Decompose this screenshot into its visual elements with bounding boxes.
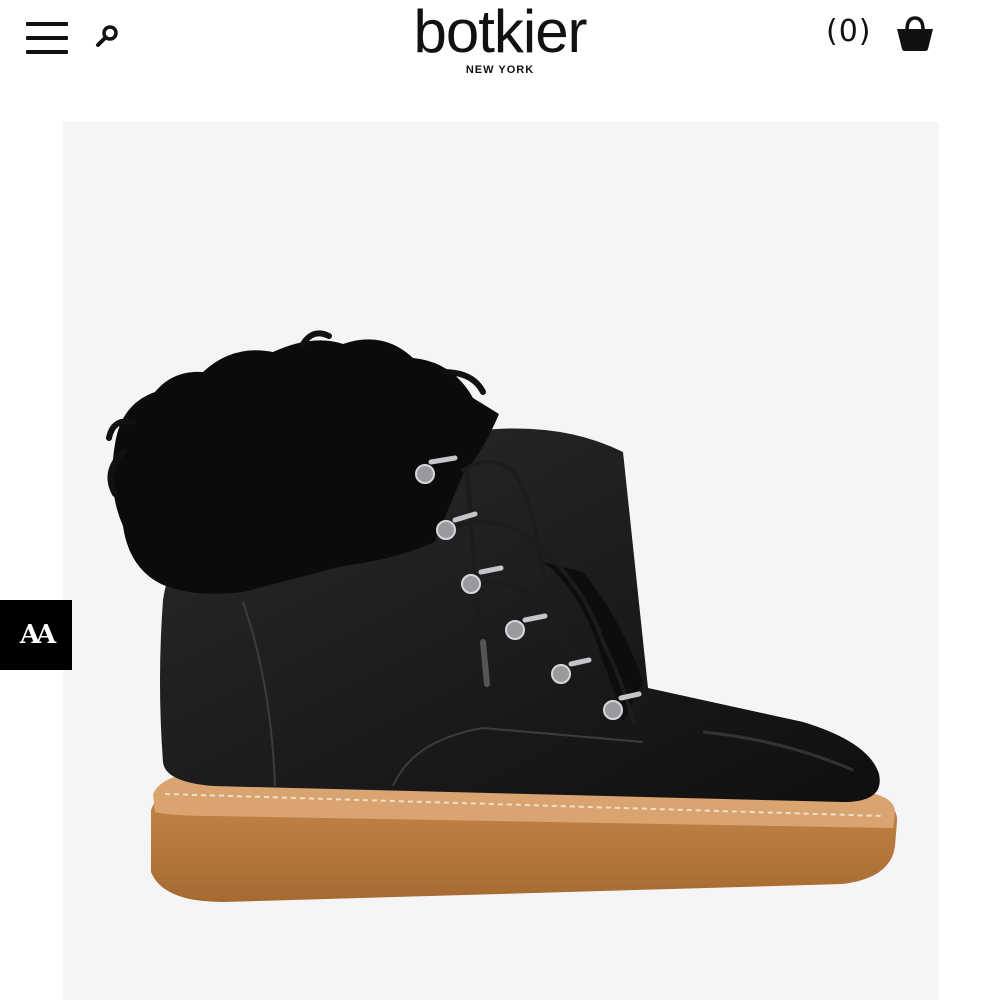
search-button[interactable]: [94, 22, 124, 52]
boot-image: [106, 330, 898, 902]
shopping-basket-icon: [897, 16, 933, 51]
cart-count[interactable]: (0): [826, 14, 872, 49]
hamburger-menu-icon: [26, 22, 68, 26]
cart-button[interactable]: [894, 14, 936, 54]
menu-button[interactable]: [26, 20, 70, 56]
accessibility-button[interactable]: AA: [0, 600, 72, 670]
search-icon: [96, 25, 118, 47]
site-header: botkier NEW YORK (0): [0, 0, 1000, 110]
product-image[interactable]: [63, 122, 939, 1000]
brand-logo[interactable]: botkier NEW YORK: [380, 0, 620, 77]
hamburger-menu-line: [26, 36, 68, 40]
logo-subtitle: NEW YORK: [465, 64, 535, 76]
logo-wordmark: botkier: [413, 0, 587, 65]
hamburger-menu-line: [26, 50, 68, 54]
